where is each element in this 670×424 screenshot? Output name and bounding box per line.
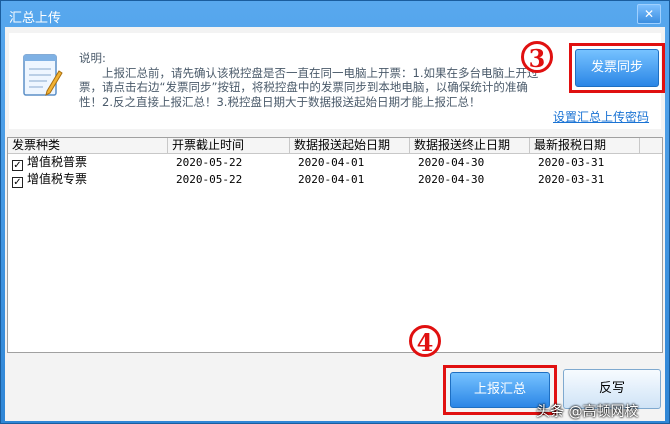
table-row[interactable]: ✓ 增值税专票 2020-05-22 2020-04-01 2020-04-30 … (8, 171, 662, 188)
info-text: 说明: 上报汇总前，请先确认该税控盘是否一直在同一电脑上开票：1.如果在多台电脑… (79, 51, 545, 109)
issue-deadline-cell: 2020-05-22 (176, 173, 243, 186)
invoice-type-label: 增值税专票 (27, 172, 88, 186)
title-bar[interactable]: 汇总上传 ✕ (1, 1, 669, 27)
row-checkbox[interactable]: ✓ (12, 160, 23, 171)
sync-highlight-box: 发票同步 (569, 43, 665, 93)
close-icon[interactable]: ✕ (637, 4, 661, 24)
latest-tax-date-cell: 2020-03-31 (538, 156, 605, 169)
invoice-table: 发票种类 开票截止时间 数据报送起始日期 数据报送终止日期 最新报税日期 ✓ 增值… (7, 137, 663, 353)
column-header-latest-tax-date[interactable]: 最新报税日期 (530, 138, 640, 153)
notepad-icon (23, 54, 63, 96)
report-start-date-cell: 2020-04-01 (298, 173, 365, 186)
latest-tax-date-cell: 2020-03-31 (538, 173, 605, 186)
window-title: 汇总上传 (9, 11, 62, 26)
column-header-report-end-date[interactable]: 数据报送终止日期 (410, 138, 530, 153)
upload-summary-button[interactable]: 上报汇总 (450, 372, 550, 408)
info-body: 上报汇总前，请先确认该税控盘是否一直在同一电脑上开票：1.如果在多台电脑上开过票… (79, 65, 539, 109)
invoice-type-cell: ✓ 增值税普票 (8, 154, 168, 171)
upload-summary-dialog: 汇总上传 ✕ 说明: 上报汇总前，请先确认该税控盘是否一直在同一电脑上开票：1.… (0, 0, 670, 424)
watermark-text: 头条 @高顿网校 (536, 404, 639, 420)
step-3-marker: 3 (521, 41, 553, 73)
set-upload-password-link[interactable]: 设置汇总上传密码 (553, 108, 649, 125)
column-header-invoice-type[interactable]: 发票种类 (8, 138, 168, 153)
column-header-report-start-date[interactable]: 数据报送起始日期 (290, 138, 410, 153)
table-row[interactable]: ✓ 增值税普票 2020-05-22 2020-04-01 2020-04-30 … (8, 154, 662, 171)
invoice-sync-button[interactable]: 发票同步 (575, 49, 659, 87)
report-end-date-cell: 2020-04-30 (418, 173, 485, 186)
info-title: 说明: (79, 51, 106, 65)
step-4-marker: 4 (409, 325, 441, 357)
report-end-date-cell: 2020-04-30 (418, 156, 485, 169)
invoice-type-cell: ✓ 增值税专票 (8, 171, 168, 188)
row-checkbox[interactable]: ✓ (12, 177, 23, 188)
dialog-client-area: 说明: 上报汇总前，请先确认该税控盘是否一直在同一电脑上开票：1.如果在多台电脑… (5, 27, 665, 421)
table-header: 发票种类 开票截止时间 数据报送起始日期 数据报送终止日期 最新报税日期 (8, 138, 662, 154)
info-panel: 说明: 上报汇总前，请先确认该税控盘是否一直在同一电脑上开票：1.如果在多台电脑… (9, 33, 665, 129)
invoice-type-label: 增值税普票 (27, 155, 88, 169)
issue-deadline-cell: 2020-05-22 (176, 156, 243, 169)
column-header-issue-deadline[interactable]: 开票截止时间 (168, 138, 290, 153)
report-start-date-cell: 2020-04-01 (298, 156, 365, 169)
